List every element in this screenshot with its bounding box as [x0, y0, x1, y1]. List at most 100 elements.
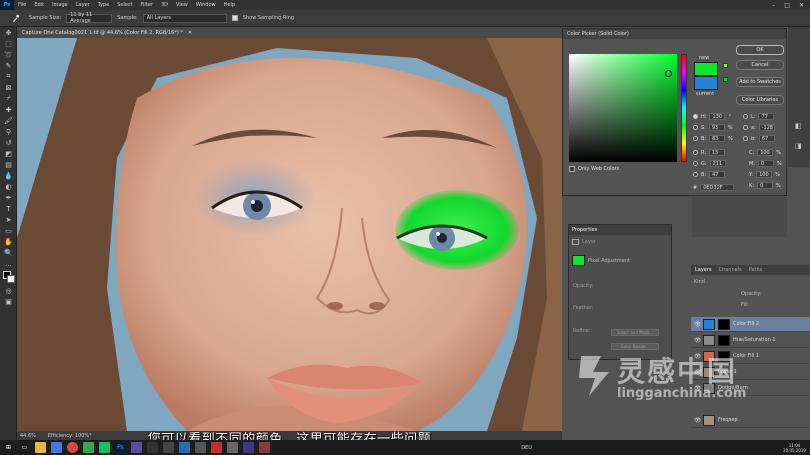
saturation-radio[interactable] [693, 125, 698, 130]
app-d-icon[interactable] [179, 442, 190, 453]
show-ring-checkbox[interactable] [231, 15, 238, 21]
hue-slider[interactable] [681, 54, 687, 162]
lab-b-radio[interactable] [743, 136, 748, 141]
excel-icon[interactable] [83, 442, 94, 453]
app-h-icon[interactable] [243, 442, 254, 453]
color-range-button[interactable]: Color Range... [611, 343, 659, 350]
windows-start-icon[interactable]: ⊞ [3, 442, 14, 453]
close-button[interactable]: ✕ [799, 2, 804, 9]
path-select-icon[interactable]: ➤ [0, 214, 17, 225]
menu-select[interactable]: Select [113, 2, 136, 8]
brightness-radio[interactable] [693, 136, 698, 141]
eye-icon[interactable]: 👁 [694, 353, 702, 360]
layer-row[interactable]: 👁 Freqsep [691, 413, 810, 428]
color-field-cursor[interactable] [665, 70, 672, 77]
app-e-icon[interactable] [195, 442, 206, 453]
menu-view[interactable]: View [172, 2, 192, 8]
healing-tool-icon[interactable]: ✚ [0, 104, 17, 115]
web-safe-icon[interactable] [723, 77, 728, 82]
stamp-tool-icon[interactable]: ⚲ [0, 126, 17, 137]
mail-app-icon[interactable] [51, 442, 62, 453]
cancel-button[interactable]: Cancel [736, 60, 784, 70]
eraser-tool-icon[interactable]: ◩ [0, 148, 17, 159]
color-swatches-icon[interactable] [0, 269, 17, 285]
panel-icon-a[interactable]: ◧ [795, 122, 802, 130]
menu-image[interactable]: Image [48, 2, 72, 8]
hue-radio[interactable] [693, 114, 698, 119]
hand-tool-icon[interactable]: ✋ [0, 236, 17, 247]
tab-layers[interactable]: Layers [695, 267, 712, 273]
file-explorer-icon[interactable] [35, 442, 46, 453]
lab-l-radio[interactable] [743, 114, 748, 119]
fill-color-swatch[interactable] [572, 255, 585, 266]
select-and-mask-button[interactable]: Select and Mask... [611, 329, 659, 336]
eye-icon[interactable]: 👁 [694, 417, 702, 424]
app-i-icon[interactable] [259, 442, 270, 453]
menu-window[interactable]: Window [192, 2, 220, 8]
gradient-tool-icon[interactable]: ▤ [0, 159, 17, 170]
zoom-tool-icon[interactable]: 🔍 [0, 247, 17, 258]
color-field[interactable] [569, 54, 677, 162]
move-tool-icon[interactable]: ✥ [0, 27, 17, 38]
sample-size-select[interactable]: 11 by 11 Average [66, 12, 113, 24]
crop-tool-icon[interactable]: ⌗ [0, 71, 17, 82]
layer-filter-kind[interactable]: Kind [694, 279, 705, 285]
eye-icon[interactable]: 👁 [694, 337, 702, 344]
sample-select[interactable]: All Layers [142, 13, 227, 23]
brightness-input[interactable]: 83 [709, 135, 726, 142]
shape-tool-icon[interactable]: ▭ [0, 225, 17, 236]
eye-icon[interactable]: 👁 [694, 385, 702, 392]
add-to-swatches-button[interactable]: Add to Swatches [736, 77, 784, 87]
layer-row[interactable]: 👁 Layer 1 [691, 365, 810, 380]
eye-icon[interactable]: 👁 [694, 321, 702, 328]
layer-row[interactable]: 👁 Color Fill 1 [691, 349, 810, 364]
magenta-input[interactable]: 0 [758, 160, 774, 167]
green-input[interactable]: 211 [709, 160, 726, 167]
brush-tool-icon[interactable]: 🖌 [0, 115, 17, 126]
color-libraries-button[interactable]: Color Libraries [736, 95, 784, 105]
menu-edit[interactable]: Edit [30, 2, 48, 8]
yellow-input[interactable]: 100 [756, 171, 773, 178]
tab-paths[interactable]: Paths [749, 267, 763, 273]
app-viewer-icon[interactable] [131, 442, 142, 453]
lab-b-input[interactable]: 67 [758, 135, 775, 142]
menu-help[interactable]: Help [220, 2, 239, 8]
document-tab[interactable]: Capture One Catalog0021 1.tif @ 44.6% (C… [17, 27, 562, 38]
dodge-tool-icon[interactable]: ◐ [0, 181, 17, 192]
document-canvas[interactable] [17, 38, 562, 431]
minimize-button[interactable]: – [772, 2, 775, 9]
layer-row[interactable]: 👁 Color Fill 2 [691, 317, 810, 332]
blue-radio[interactable] [693, 172, 698, 177]
maximize-button[interactable]: □ [784, 2, 790, 9]
system-clock[interactable]: 11:04 20.05.2019 [783, 443, 810, 453]
hue-input[interactable]: 130 [709, 113, 726, 120]
menu-file[interactable]: File [14, 2, 30, 8]
ok-button[interactable]: OK [736, 45, 784, 55]
hex-input[interactable]: 0ED32F [700, 184, 735, 191]
menu-filter[interactable]: Filter [137, 2, 157, 8]
lasso-tool-icon[interactable]: ➰ [0, 49, 17, 60]
chrome-icon[interactable] [67, 442, 78, 453]
input-language[interactable]: DEU [521, 445, 532, 451]
green-radio[interactable] [693, 161, 698, 166]
eye-icon[interactable]: 👁 [694, 369, 702, 376]
lab-a-input[interactable]: -128 [758, 124, 775, 131]
screen-mode-icon[interactable]: ▣ [0, 296, 17, 307]
photoshop-taskbar-icon[interactable]: Ps [115, 442, 126, 453]
red-radio[interactable] [693, 150, 698, 155]
blur-tool-icon[interactable]: 💧 [0, 170, 17, 181]
current-color-swatch[interactable] [694, 76, 718, 90]
quick-select-tool-icon[interactable]: ✎ [0, 60, 17, 71]
cyan-input[interactable]: 100 [757, 149, 774, 156]
panel-icon-b[interactable]: ◨ [795, 142, 802, 150]
app-g-icon[interactable] [227, 442, 238, 453]
lab-l-input[interactable]: 77 [758, 113, 775, 120]
task-view-icon[interactable]: ▭ [19, 442, 30, 453]
layer-mask-icon[interactable] [572, 239, 579, 245]
black-input[interactable]: 0 [756, 182, 773, 189]
tab-channels[interactable]: Channels [719, 267, 742, 273]
lab-a-radio[interactable] [743, 125, 748, 130]
quick-mask-icon[interactable]: ◎ [0, 285, 17, 296]
menu-layer[interactable]: Layer [72, 2, 94, 8]
menu-type[interactable]: Type [94, 2, 113, 8]
